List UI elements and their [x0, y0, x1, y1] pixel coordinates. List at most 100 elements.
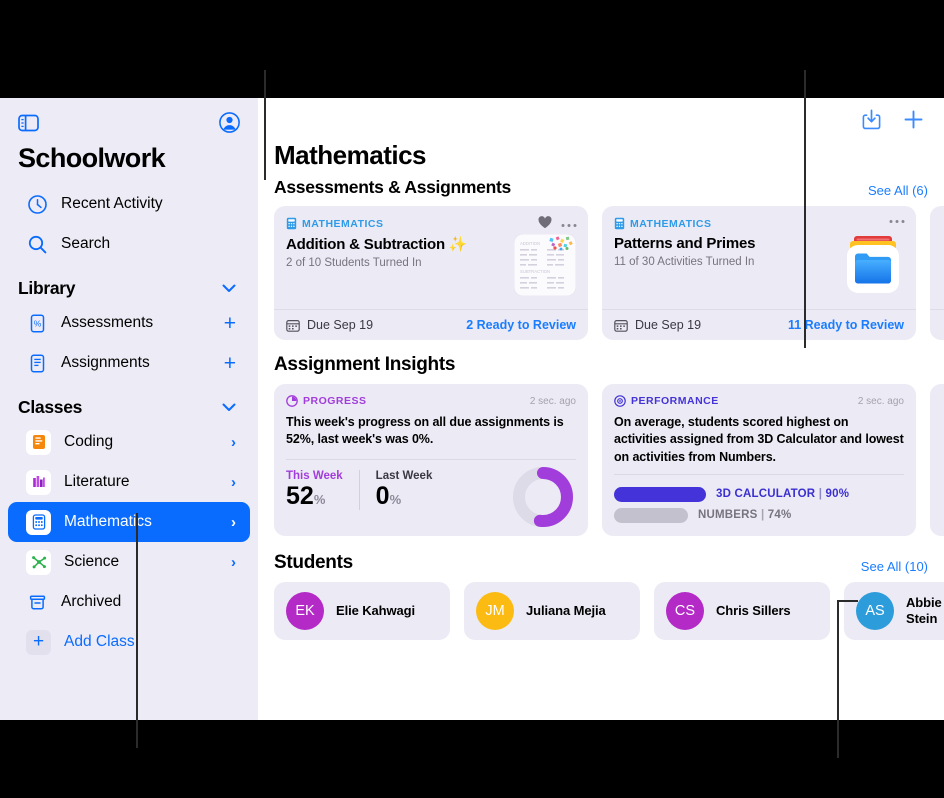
- assignment-card-footer: Due Sep 19 2 Ready to Review: [274, 309, 588, 340]
- callout-line-see-all-students: [837, 601, 839, 758]
- more-options-icon[interactable]: [561, 220, 577, 228]
- assignment-card-body: MATHEMATICS Patterns and Primes 11 of 30…: [602, 206, 916, 309]
- svg-text:%: %: [33, 318, 41, 328]
- sidebar-item-mathematics[interactable]: Mathematics ›: [8, 502, 250, 542]
- assignment-card[interactable]: MATHEMATICS Addition & Subtraction ✨ 2 o…: [274, 206, 588, 340]
- avatar: JM: [476, 592, 514, 630]
- progress-kicker-text: PROGRESS: [303, 395, 367, 407]
- more-options-icon[interactable]: [889, 216, 905, 224]
- chevron-down-icon[interactable]: [222, 400, 236, 415]
- assignment-due-date: Due Sep 19: [614, 318, 701, 332]
- assignment-card-actions: [538, 216, 577, 232]
- calendar-icon: [614, 319, 628, 332]
- progress-insight-card[interactable]: PROGRESS 2 sec. ago This week's progress…: [274, 384, 588, 536]
- see-all-students-link[interactable]: See All (10): [861, 559, 928, 574]
- performance-description: On average, students scored highest on a…: [614, 415, 904, 464]
- add-assignment-button[interactable]: +: [224, 353, 236, 374]
- performance-insight-card[interactable]: PERFORMANCE 2 sec. ago On average, stude…: [602, 384, 916, 536]
- insight-card-partial[interactable]: [930, 384, 944, 536]
- section-title: Students: [274, 552, 353, 573]
- callout-line-sidebar-divider: [264, 70, 266, 180]
- assignment-card-actions: [889, 216, 905, 224]
- student-card[interactable]: EK Elie Kahwagi: [274, 582, 450, 640]
- avatar-initials: EK: [295, 603, 315, 619]
- sidebar-item-literature[interactable]: Literature ›: [8, 462, 250, 502]
- screenshot-root: Schoolwork Recent Activity Search Librar…: [0, 0, 944, 798]
- avatar-initials: AS: [865, 603, 885, 619]
- sidebar-item-label: Recent Activity: [61, 195, 163, 212]
- sidebar-item-label: Mathematics: [64, 513, 152, 530]
- avatar: AS: [856, 592, 894, 630]
- sidebar-section-classes[interactable]: Classes: [0, 383, 258, 422]
- see-all-assignments-link[interactable]: See All (6): [868, 183, 928, 198]
- student-card[interactable]: AS Abbie Stein: [844, 582, 944, 640]
- performance-bar-fill: [614, 486, 706, 502]
- student-card[interactable]: CS Chris Sillers: [654, 582, 830, 640]
- sidebar-item-science[interactable]: Science ›: [8, 542, 250, 582]
- sidebar-item-archived[interactable]: Archived: [8, 582, 250, 622]
- section-header-insights: Assignment Insights: [258, 340, 944, 384]
- assignment-card[interactable]: MATHEMATICS Patterns and Primes 11 of 30…: [602, 206, 916, 340]
- science-molecule-icon: [26, 549, 51, 575]
- sidebar-item-assessments[interactable]: % Assessments +: [8, 303, 250, 343]
- sidebar-item-coding[interactable]: Coding ›: [8, 422, 250, 462]
- account-circle-icon[interactable]: [219, 112, 240, 133]
- section-header-assignments: Assessments & Assignments See All (6): [258, 173, 944, 206]
- assignment-card-body: MATHEMATICS Addition & Subtraction ✨ 2 o…: [274, 206, 588, 309]
- assignment-ready-to-review-link[interactable]: 2 Ready to Review: [466, 318, 576, 332]
- sidebar-item-recent-activity[interactable]: Recent Activity: [8, 184, 250, 224]
- callout-line-see-all-students-leader: [837, 600, 858, 602]
- assignment-card-partial[interactable]: [930, 206, 944, 340]
- search-icon: [26, 233, 48, 255]
- student-name: Chris Sillers: [716, 602, 791, 618]
- assignment-card-subject: MATHEMATICS: [630, 217, 712, 230]
- plus-icon: +: [26, 629, 51, 655]
- assignment-due-date: Due Sep 19: [286, 318, 373, 332]
- clock-icon: [26, 193, 48, 215]
- assignment-card-row: MATHEMATICS Addition & Subtraction ✨ 2 o…: [258, 206, 944, 340]
- progress-clock-icon: [286, 395, 298, 407]
- add-button[interactable]: [903, 109, 924, 130]
- performance-bar-row: 3D CALCULATOR | 90%: [614, 486, 904, 502]
- avatar: CS: [666, 592, 704, 630]
- stat-value: 52%: [286, 481, 326, 510]
- avatar: EK: [286, 592, 324, 630]
- sidebar-toggle-icon[interactable]: [18, 114, 39, 132]
- sidebar-item-assignments[interactable]: Assignments +: [8, 343, 250, 383]
- progress-stat-last-week: Last Week 0%: [358, 469, 449, 510]
- chevron-right-icon: ›: [231, 513, 236, 531]
- add-assessment-button[interactable]: +: [224, 313, 236, 334]
- insight-card-row: PROGRESS 2 sec. ago This week's progress…: [258, 384, 944, 536]
- import-download-icon[interactable]: [862, 109, 881, 130]
- performance-kicker: PERFORMANCE: [614, 395, 719, 407]
- sidebar-item-add-class[interactable]: + Add Class: [8, 622, 250, 662]
- chevron-down-icon[interactable]: [222, 281, 236, 296]
- student-name: Abbie Stein: [906, 594, 942, 626]
- percent-symbol: %: [313, 491, 326, 507]
- assignment-card-kicker: MATHEMATICS: [614, 217, 904, 230]
- performance-bars: 3D CALCULATOR | 90% NUMBERS | 74%: [614, 486, 904, 523]
- stat-label: Last Week: [375, 469, 433, 482]
- assessment-percent-icon: %: [26, 312, 48, 334]
- sidebar-item-search[interactable]: Search: [8, 224, 250, 264]
- section-title: Library: [18, 278, 76, 298]
- avatar-initials: CS: [674, 603, 696, 619]
- section-title: Assessments & Assignments: [274, 177, 511, 197]
- main-content: Mathematics Assessments & Assignments Se…: [258, 98, 944, 720]
- schoolwork-app-window: Schoolwork Recent Activity Search Librar…: [0, 98, 944, 720]
- sidebar-item-label: Archived: [61, 593, 122, 610]
- divider: [286, 458, 576, 460]
- student-card[interactable]: JM Juliana Mejia: [464, 582, 640, 640]
- sidebar-section-library[interactable]: Library: [0, 264, 258, 303]
- callout-line-selected-class: [136, 513, 138, 748]
- chevron-right-icon: ›: [231, 433, 236, 451]
- performance-bar-fill: [614, 507, 688, 523]
- progress-timestamp: 2 sec. ago: [529, 395, 576, 407]
- svg-text:SUBTRACTION: SUBTRACTION: [520, 269, 550, 274]
- performance-target-icon: [614, 395, 626, 407]
- assignment-card-footer: Due Sep 19 11 Ready to Review: [602, 309, 916, 340]
- literature-icon: [26, 469, 51, 495]
- avatar-initials: JM: [485, 603, 505, 619]
- sidebar-item-label: Science: [64, 553, 120, 570]
- heart-icon[interactable]: [538, 216, 552, 232]
